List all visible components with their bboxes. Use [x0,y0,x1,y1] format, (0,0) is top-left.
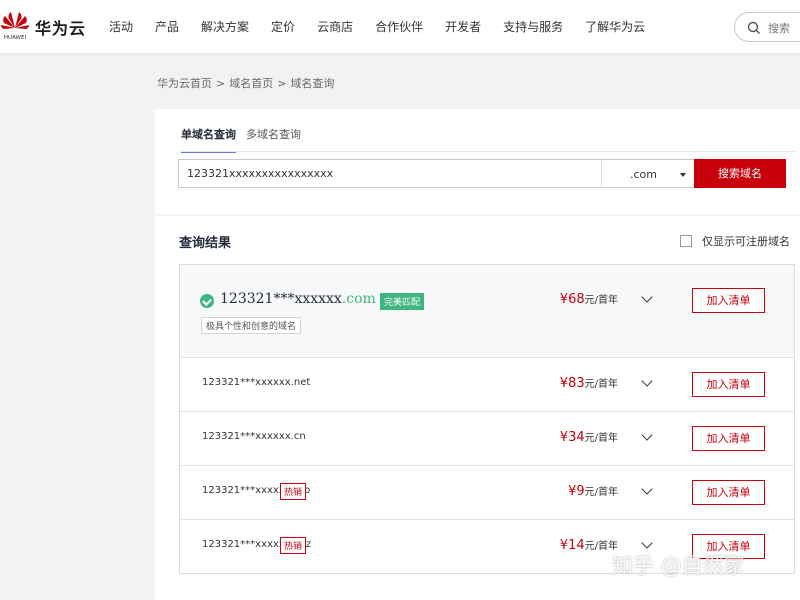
main-nav: 活动 产品 解决方案 定价 云商店 合作伙伴 开发者 支持与服务 了解华为云 [109,18,667,35]
tab-single-domain[interactable]: 单域名查询 [181,126,236,153]
checkbox-icon[interactable] [680,235,692,247]
results-title: 查询结果 [179,236,232,251]
brand-name[interactable]: 华为云 [35,15,86,39]
featured-domain-name: 123321***xxxxxx.com [220,291,376,307]
breadcrumb-separator: > [277,77,287,90]
featured-result-row: 123321***xxxxxx.com 完美匹配 极具个性和创意的域名 ¥68元… [180,265,794,357]
domain-query-panel: 单域名查询 多域名查询 123321xxxxxxxxxxxxxxxx .com … [155,109,800,214]
filter-label: 仅显示可注册域名 [702,235,790,248]
breadcrumb-home[interactable]: 华为云首页 [157,77,212,90]
add-to-list-button[interactable]: 加入清单 [692,480,765,505]
domain-search-input[interactable]: 123321xxxxxxxxxxxxxxxx [178,159,602,188]
search-icon [747,21,760,34]
chevron-down-icon[interactable] [641,537,653,549]
nav-item-about[interactable]: 了解华为云 [585,18,645,35]
price-amount: ¥68 [559,292,585,307]
hot-sale-badge: 热销 [280,537,307,554]
breadcrumb-current: 域名查询 [290,77,335,90]
top-navigation-bar: HUAWEI 华为云 活动 产品 解决方案 定价 云商店 合作伙伴 开发者 支持… [0,0,800,54]
nav-item-products[interactable]: 产品 [155,18,179,35]
nav-item-pricing[interactable]: 定价 [271,18,295,35]
add-to-list-button[interactable]: 加入清单 [692,372,765,397]
add-to-list-button[interactable]: 加入清单 [692,288,765,313]
result-list: 123321***xxxxxx.com 完美匹配 极具个性和创意的域名 ¥68元… [179,264,795,574]
featured-domain-base: 123321***xxxxxx [220,291,342,307]
domain-name: 123321***xxxxxx.net [202,377,311,388]
nav-item-partners[interactable]: 合作伙伴 [375,18,423,35]
huawei-logo-icon[interactable]: HUAWEI [0,8,30,44]
price-amount: ¥83 [559,376,585,391]
perfect-match-badge: 完美匹配 [380,293,425,310]
chevron-down-icon[interactable] [641,483,653,495]
price-unit: 元/首年 [584,295,618,306]
tab-divider [181,151,796,152]
price: ¥9元/首年 [568,483,618,499]
chevron-down-icon[interactable] [641,375,653,387]
check-circle-icon [200,294,214,308]
result-row: 123321***xxxxxx.cn ¥34元/首年 加入清单 [180,411,794,465]
price-unit: 元/首年 [584,487,618,498]
add-to-list-button[interactable]: 加入清单 [692,426,765,451]
price-amount: ¥9 [568,484,585,499]
breadcrumb: 华为云首页 > 域名首页 > 域名查询 [157,75,334,91]
chevron-down-icon[interactable] [641,291,653,303]
nav-item-marketplace[interactable]: 云商店 [317,18,353,35]
domain-name: 123321***xxxxxx.cn [202,431,306,442]
price-amount: ¥34 [559,430,585,445]
watermark: 知乎 @自然家 [612,554,745,578]
results-panel: 查询结果 仅显示可注册域名 123321***xxxxxx.com 完美匹配 极… [155,216,800,600]
selected-suffix: .com [630,168,657,181]
price-unit: 元/首年 [584,379,618,390]
breadcrumb-domain-home[interactable]: 域名首页 [229,77,273,90]
breadcrumb-separator: > [216,77,226,90]
price: ¥34元/首年 [560,429,618,445]
search-placeholder: 搜索 [768,22,790,35]
result-row: 123321***xxxxxx.top 热销 ¥9元/首年 加入清单 [180,465,794,519]
result-row: 123321***xxxxxx.net ¥83元/首年 加入清单 [180,357,794,411]
price: ¥83元/首年 [560,375,618,391]
price: ¥68元/首年 [560,291,618,307]
nav-item-solutions[interactable]: 解决方案 [201,18,249,35]
nav-item-developers[interactable]: 开发者 [445,18,481,35]
domain-description-tag: 极具个性和创意的域名 [201,317,302,334]
featured-domain-tld: .com [341,291,376,307]
chevron-down-icon[interactable] [641,429,653,441]
nav-item-activities[interactable]: 活动 [109,18,133,35]
domain-suffix-select[interactable]: .com [601,159,695,188]
only-available-filter[interactable]: 仅显示可注册域名 [680,233,790,249]
search-domain-button[interactable]: 搜索域名 [694,159,786,188]
header-search-input[interactable]: 搜索 [734,12,800,42]
price-amount: ¥14 [559,538,585,553]
nav-item-support[interactable]: 支持与服务 [503,18,563,35]
caret-down-icon [680,173,686,177]
price: ¥14元/首年 [560,537,618,553]
logo-caption: HUAWEI [4,35,27,41]
price-unit: 元/首年 [584,433,618,444]
tab-multi-domain[interactable]: 多域名查询 [246,126,301,142]
hot-sale-badge: 热销 [280,483,307,500]
